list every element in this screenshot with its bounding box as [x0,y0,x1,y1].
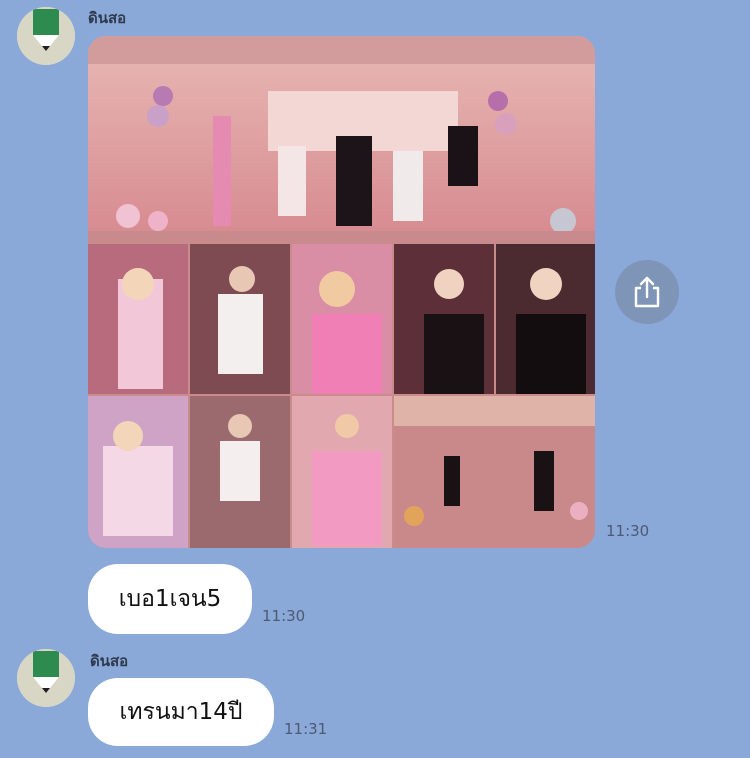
photo-portrait-6[interactable] [88,396,188,548]
message-time: 11:30 [262,607,306,625]
sender-name: ดินสอ [90,652,129,670]
message-bubble[interactable]: เบอ1เจน5 [88,564,252,634]
photo-portrait-3[interactable] [292,244,392,394]
share-button[interactable] [615,260,679,324]
photo-portrait-1[interactable] [88,244,188,394]
photo-portrait-5[interactable] [496,244,595,394]
photo-portrait-2[interactable] [190,244,290,394]
photo-group-lounge[interactable] [88,36,595,243]
photo-portrait-7[interactable] [190,396,290,548]
photo-portrait-4[interactable] [394,244,494,394]
message-bubble[interactable]: เทรนมา14ปี [88,678,274,746]
sender-name: ดินสอ [88,9,127,27]
photo-portrait-8[interactable] [292,396,392,548]
sender-avatar[interactable] [17,649,75,707]
message-time: 11:31 [284,720,328,738]
message-time: 11:30 [606,522,650,540]
pencil-icon [17,7,75,65]
photo-group-hall[interactable] [394,396,595,548]
pencil-icon [17,649,75,707]
share-icon [634,276,660,308]
sender-avatar[interactable] [17,7,75,65]
photo-grid-message[interactable] [88,36,595,548]
